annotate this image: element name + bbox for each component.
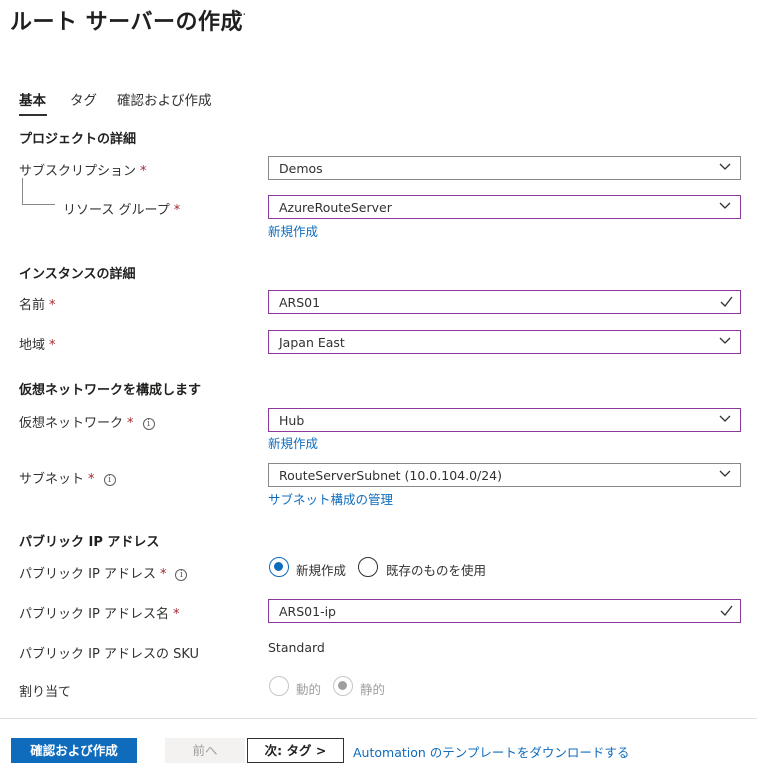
public-ip-sku-value: Standard [268, 640, 325, 655]
info-icon[interactable]: i [175, 569, 188, 581]
download-template-link[interactable]: Automation のテンプレートをダウンロードする [353, 742, 629, 761]
public-ip-name-value: ARS01-ip [279, 604, 336, 619]
page-title: ルート サーバーの作成 [10, 10, 243, 35]
region-dropdown[interactable]: Japan East [268, 330, 741, 354]
next-tags-button[interactable]: 次: タグ > [247, 738, 344, 763]
radio-static-label[interactable]: 静的 [360, 679, 385, 698]
tab-review-create[interactable]: 確認および作成 [117, 89, 212, 109]
resource-group-value: AzureRouteServer [279, 200, 392, 215]
tree-connector [22, 178, 23, 204]
required-marker: * [49, 298, 56, 313]
required-marker: * [172, 607, 180, 622]
resource-group-create-new-link[interactable]: 新規作成 [268, 221, 318, 240]
chevron-down-icon [719, 470, 731, 477]
required-marker: * [127, 416, 134, 431]
vnet-create-new-link[interactable]: 新規作成 [268, 433, 318, 452]
radio-dynamic[interactable] [269, 676, 289, 696]
radio-use-existing-label[interactable]: 既存のものを使用 [386, 560, 486, 579]
name-input[interactable]: ARS01 [268, 290, 741, 314]
instance-details-heading: インスタンスの詳細 [19, 267, 136, 282]
public-ip-label: パブリック IP アドレス * i [19, 563, 188, 582]
required-marker: * [88, 472, 95, 487]
required-marker: * [173, 203, 181, 218]
radio-create-new-label[interactable]: 新規作成 [296, 560, 346, 579]
subscription-value: Demos [279, 161, 323, 176]
more-options-icon[interactable]: ··· [234, 8, 246, 23]
radio-static[interactable] [333, 676, 353, 696]
public-ip-heading: パブリック IP アドレス [19, 535, 160, 550]
radio-dynamic-label[interactable]: 動的 [296, 679, 321, 698]
required-marker: * [49, 338, 56, 353]
active-tab-indicator [19, 114, 47, 116]
review-create-button[interactable]: 確認および作成 [11, 738, 137, 763]
resource-group-dropdown[interactable]: AzureRouteServer [268, 195, 741, 219]
assignment-label: 割り当て [19, 685, 72, 700]
name-value: ARS01 [279, 295, 321, 310]
info-icon[interactable]: i [142, 418, 155, 430]
subnet-value: RouteServerSubnet (10.0.104.0/24) [279, 468, 503, 483]
checkmark-icon [720, 296, 733, 307]
chevron-down-icon [719, 415, 731, 422]
vnet-dropdown[interactable]: Hub [268, 408, 741, 432]
subscription-dropdown[interactable]: Demos [268, 156, 741, 180]
region-value: Japan East [279, 335, 345, 350]
public-ip-name-label: パブリック IP アドレス名 * [19, 607, 180, 622]
info-icon[interactable]: i [103, 474, 116, 486]
radio-create-new[interactable] [269, 557, 289, 577]
region-label: 地域 * [19, 338, 56, 353]
chevron-down-icon [719, 202, 731, 209]
vnet-label: 仮想ネットワーク * i [19, 412, 155, 431]
radio-use-existing[interactable] [358, 557, 378, 577]
vnet-heading: 仮想ネットワークを構成します [19, 383, 202, 398]
required-marker: * [159, 567, 167, 582]
subnet-dropdown[interactable]: RouteServerSubnet (10.0.104.0/24) [268, 463, 741, 487]
checkmark-icon [720, 605, 733, 616]
previous-button[interactable]: 前へ [165, 738, 245, 763]
tab-tags[interactable]: タグ [70, 89, 97, 109]
chevron-down-icon [719, 163, 731, 170]
subnet-label: サブネット * i [19, 468, 116, 487]
name-label: 名前 * [19, 298, 56, 313]
resource-group-label: リソース グループ * [63, 203, 181, 218]
chevron-down-icon [719, 337, 731, 344]
vnet-value: Hub [279, 413, 305, 428]
tab-basics[interactable]: 基本 [19, 89, 46, 109]
required-marker: * [140, 164, 147, 179]
manage-subnet-config-link[interactable]: サブネット構成の管理 [268, 489, 393, 508]
footer-divider [0, 718, 757, 719]
subscription-label: サブスクリプション * [19, 164, 147, 179]
public-ip-name-input[interactable]: ARS01-ip [268, 599, 741, 623]
tree-connector-horizontal [22, 204, 55, 205]
public-ip-sku-label: パブリック IP アドレスの SKU [19, 647, 200, 662]
project-details-heading: プロジェクトの詳細 [19, 132, 137, 147]
